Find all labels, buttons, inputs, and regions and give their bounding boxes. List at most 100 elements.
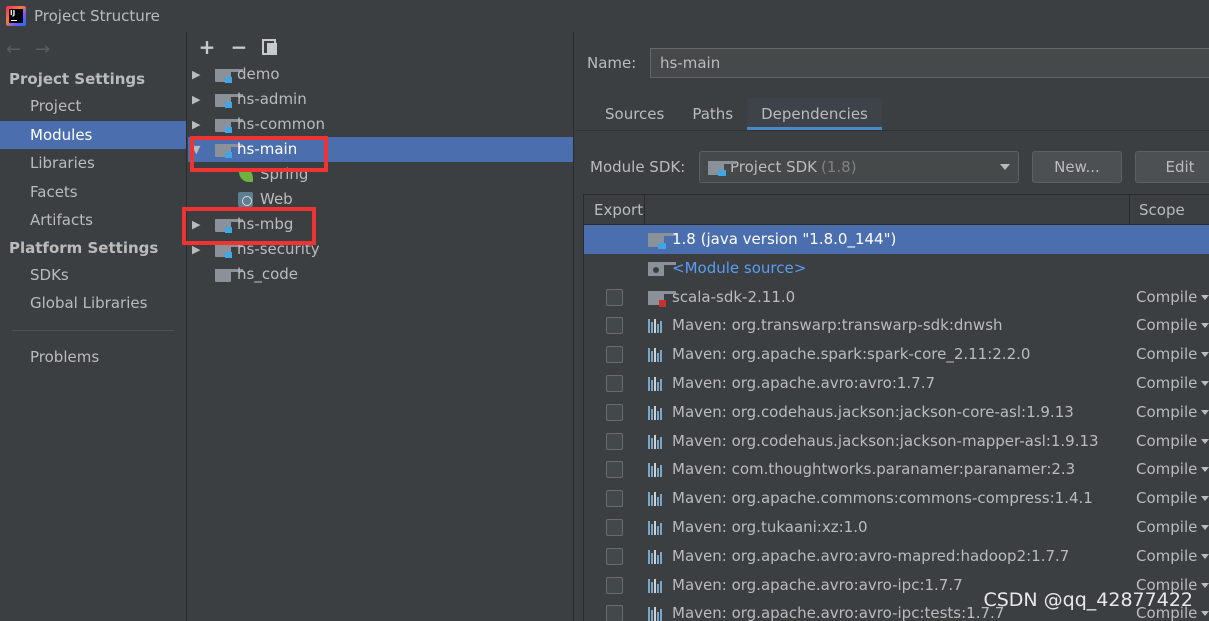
export-checkbox[interactable] — [606, 490, 623, 508]
maven-library-icon — [648, 376, 664, 391]
edit-sdk-button[interactable]: Edit — [1135, 151, 1209, 183]
tab-paths[interactable]: Paths — [678, 98, 747, 130]
name-row: Name: — [587, 48, 1209, 78]
nav-item-problems[interactable]: Problems — [0, 343, 186, 372]
scope-value: Compile — [1136, 546, 1198, 565]
tab-dependencies[interactable]: Dependencies — [747, 98, 882, 130]
scope-dropdown[interactable]: Compile — [1136, 513, 1209, 542]
scope-dropdown[interactable]: Compile — [1136, 484, 1209, 513]
tree-item-label: hs_code — [237, 265, 298, 283]
tree-item-hs-code[interactable]: hs_code — [188, 262, 573, 287]
nav-item-facets[interactable]: Facets — [0, 178, 186, 207]
scope-value: Compile — [1136, 431, 1198, 450]
maven-library-icon — [648, 549, 664, 564]
scope-value: Compile — [1136, 460, 1198, 479]
tree-item-hs-common[interactable]: ▶ hs-common — [188, 112, 573, 137]
dependency-label: Maven: com.thoughtworks.paranamer:parana… — [672, 460, 1076, 479]
scope-dropdown[interactable]: Compile — [1136, 542, 1209, 571]
chevron-down-icon — [1201, 496, 1209, 502]
expand-arrow-icon[interactable]: ▶ — [192, 112, 204, 137]
scope-dropdown[interactable]: Compile — [1136, 455, 1209, 484]
dependency-label: scala-sdk-2.11.0 — [672, 287, 796, 306]
table-row[interactable]: Maven: org.apache.avro:avro-mapred:hadoo… — [584, 542, 1209, 571]
sdk-version: (1.8) — [821, 158, 857, 176]
export-checkbox[interactable] — [606, 576, 623, 594]
nav-item-project[interactable]: Project — [0, 92, 186, 121]
table-row[interactable]: scala-sdk-2.11.0 Compile — [584, 283, 1209, 312]
table-row[interactable]: <Module source> — [584, 254, 1209, 283]
table-row[interactable]: Maven: org.tukaani:xz:1.0 Compile — [584, 513, 1209, 542]
library-folder-icon — [648, 290, 676, 307]
export-checkbox[interactable] — [606, 403, 623, 421]
table-row[interactable]: Maven: org.codehaus.jackson:jackson-mapp… — [584, 427, 1209, 456]
module-details-panel: Name: Sources Paths Dependencies Module … — [575, 32, 1209, 621]
chevron-down-icon — [1201, 352, 1209, 358]
column-header-export[interactable]: Export — [584, 195, 645, 224]
sdk-value: Project SDK — [730, 158, 817, 176]
scope-dropdown[interactable]: Compile — [1136, 340, 1209, 369]
nav-item-libraries[interactable]: Libraries — [0, 149, 186, 178]
back-arrow-icon[interactable]: ← — [6, 39, 21, 60]
table-row[interactable]: Maven: org.codehaus.jackson:jackson-core… — [584, 398, 1209, 427]
table-row[interactable]: Maven: com.thoughtworks.paranamer:parana… — [584, 455, 1209, 484]
scope-dropdown[interactable]: Compile — [1136, 283, 1209, 312]
maven-library-icon — [648, 492, 664, 507]
dependency-label: Maven: org.tukaani:xz:1.0 — [672, 517, 868, 536]
column-header-scope[interactable]: Scope — [1130, 195, 1209, 224]
dependency-label: <Module source> — [672, 258, 807, 277]
export-checkbox[interactable] — [606, 518, 623, 536]
expand-arrow-icon[interactable]: ▶ — [192, 62, 204, 87]
tree-item-demo[interactable]: ▶ demo — [188, 62, 573, 87]
export-checkbox[interactable] — [606, 605, 623, 621]
table-row[interactable]: Maven: org.transwarp:transwarp-sdk:dnwsh… — [584, 311, 1209, 340]
scope-dropdown[interactable]: Compile — [1136, 398, 1209, 427]
nav-item-global-libraries[interactable]: Global Libraries — [0, 289, 186, 318]
tree-item-hs-admin[interactable]: ▶ hs-admin — [188, 87, 573, 112]
dependency-label: Maven: org.codehaus.jackson:jackson-mapp… — [672, 431, 1099, 450]
copy-module-icon[interactable] — [262, 39, 278, 55]
maven-library-icon — [648, 520, 664, 535]
chevron-down-icon — [1201, 467, 1209, 473]
tab-sources[interactable]: Sources — [591, 98, 678, 130]
table-row[interactable]: Maven: org.apache.avro:avro:1.7.7 Compile — [584, 369, 1209, 398]
maven-library-icon — [648, 578, 664, 593]
remove-module-button[interactable]: − — [230, 37, 248, 57]
sdk-folder-icon — [708, 160, 736, 176]
export-checkbox[interactable] — [606, 547, 623, 565]
chevron-down-icon — [1000, 164, 1010, 170]
nav-item-modules[interactable]: Modules — [0, 120, 186, 149]
scope-value: Compile — [1136, 287, 1198, 306]
table-row[interactable]: 1.8 (java version "1.8.0_144") — [584, 225, 1209, 254]
forward-arrow-icon[interactable]: → — [35, 39, 50, 60]
scope-value: Compile — [1136, 402, 1198, 421]
export-checkbox[interactable] — [606, 374, 623, 392]
watermark: CSDN @qq_42877422 — [983, 589, 1193, 611]
nav-item-artifacts[interactable]: Artifacts — [0, 206, 186, 235]
add-module-button[interactable]: + — [198, 37, 216, 57]
source-folder-icon — [648, 261, 676, 276]
highlight-box-hs-mbg — [182, 207, 316, 245]
project-settings-header: Project Settings — [9, 70, 146, 88]
table-row[interactable]: Maven: org.apache.spark:spark-core_2.11:… — [584, 340, 1209, 369]
column-header-dependency[interactable] — [645, 195, 1130, 224]
module-name-input[interactable] — [650, 48, 1209, 78]
scope-dropdown[interactable]: Compile — [1136, 311, 1209, 340]
new-sdk-button[interactable]: New... — [1032, 151, 1122, 183]
dependency-label: Maven: org.apache.avro:avro:1.7.7 — [672, 373, 936, 392]
export-checkbox[interactable] — [606, 317, 623, 335]
scope-dropdown[interactable]: Compile — [1136, 427, 1209, 456]
export-checkbox[interactable] — [606, 346, 623, 364]
export-checkbox[interactable] — [606, 461, 623, 479]
export-checkbox[interactable] — [606, 288, 623, 306]
chevron-down-icon — [1201, 582, 1209, 588]
nav-history: ← → — [0, 32, 186, 66]
maven-library-icon — [648, 405, 664, 420]
export-checkbox[interactable] — [606, 432, 623, 450]
module-tree-panel: + − ▶ demo ▶ hs-admin ▶ hs-common ▼ hs-m… — [182, 32, 574, 621]
expand-arrow-icon[interactable]: ▶ — [192, 87, 204, 112]
nav-item-sdks[interactable]: SDKs — [0, 261, 186, 290]
table-row[interactable]: Maven: org.apache.commons:commons-compre… — [584, 484, 1209, 513]
highlight-box-hs-main — [190, 136, 328, 172]
scope-dropdown[interactable]: Compile — [1136, 369, 1209, 398]
module-sdk-select[interactable]: Project SDK (1.8) — [699, 151, 1019, 183]
